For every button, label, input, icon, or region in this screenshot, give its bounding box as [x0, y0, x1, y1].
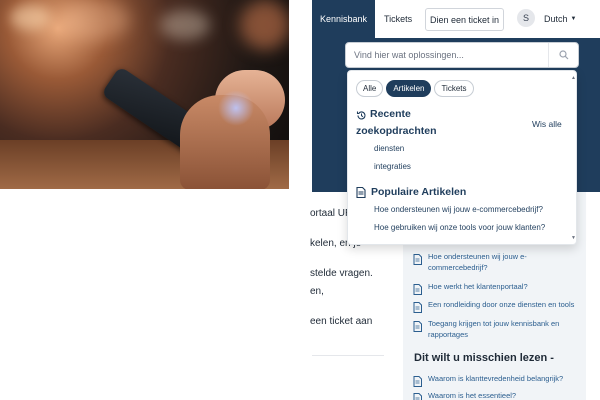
- side-link[interactable]: Hoe ondersteunen wij jouw e-commercebedr…: [428, 251, 578, 273]
- scroll-down-icon[interactable]: ▼: [571, 235, 576, 241]
- search-icon: [558, 50, 568, 60]
- body-text-line: ortaal UR: [310, 208, 353, 219]
- side-link[interactable]: Waarom is het essentieel?: [428, 390, 578, 400]
- filter-all[interactable]: Alle: [356, 80, 384, 97]
- document-icon: [413, 391, 423, 400]
- search-suggestions-dropdown: Alle Artikelen Tickets Recente zoekopdra…: [347, 70, 577, 245]
- divider: [312, 355, 384, 356]
- body-text-line: een ticket aan: [310, 316, 373, 327]
- language-selector[interactable]: Dutch ▼: [544, 0, 576, 38]
- search-button[interactable]: [548, 43, 578, 67]
- scrollbar[interactable]: ▲ ▼: [571, 75, 576, 241]
- recent-searches-title: zoekopdrachten: [356, 125, 437, 137]
- filter-tickets[interactable]: Tickets: [434, 80, 474, 97]
- side-link[interactable]: Hoe werkt het klantenportaal?: [428, 281, 578, 292]
- nav-kennisbank[interactable]: Kennisbank: [312, 0, 375, 38]
- document-icon: [413, 300, 423, 313]
- side-link[interactable]: Toegang krijgen tot jouw kennisbank en r…: [428, 318, 578, 340]
- hero-photo: [0, 0, 289, 189]
- clear-all-link[interactable]: Wis alle: [532, 119, 562, 129]
- popular-article-item[interactable]: Hoe gebruiken wij onze tools voor jouw k…: [374, 223, 545, 232]
- filter-articles[interactable]: Artikelen: [386, 80, 432, 97]
- language-label: Dutch: [544, 14, 568, 24]
- nav-tickets[interactable]: Tickets: [384, 0, 412, 38]
- document-icon: [413, 374, 423, 387]
- search-input[interactable]: [354, 43, 544, 67]
- document-icon: [356, 185, 366, 203]
- body-text-line: en,: [310, 286, 324, 297]
- document-icon: [413, 319, 423, 332]
- side-link[interactable]: Een rondleiding door onze diensten en to…: [428, 299, 578, 310]
- recent-search-item[interactable]: integraties: [374, 162, 411, 171]
- side-link[interactable]: Waarom is klanttevredenheid belangrijk?: [428, 373, 578, 384]
- scroll-up-icon[interactable]: ▲: [571, 75, 576, 81]
- search-box: [345, 42, 579, 68]
- popular-articles-title: Populaire Artikelen: [371, 186, 467, 198]
- history-icon: [356, 108, 367, 126]
- avatar[interactable]: S: [517, 9, 535, 27]
- body-text-line: stelde vragen.: [310, 268, 373, 279]
- document-icon: [413, 282, 423, 295]
- document-icon: [413, 252, 423, 265]
- side-heading: Dit wilt u misschien lezen -: [414, 352, 554, 364]
- recent-search-item[interactable]: diensten: [374, 144, 404, 153]
- caret-down-icon: ▼: [570, 16, 577, 22]
- submit-ticket-button[interactable]: Dien een ticket in: [425, 8, 504, 31]
- popular-article-item[interactable]: Hoe ondersteunen wij jouw e-commercebedr…: [374, 205, 543, 214]
- filter-tabs: Alle Artikelen Tickets: [356, 80, 474, 97]
- recent-searches-title: Recente: [370, 108, 411, 120]
